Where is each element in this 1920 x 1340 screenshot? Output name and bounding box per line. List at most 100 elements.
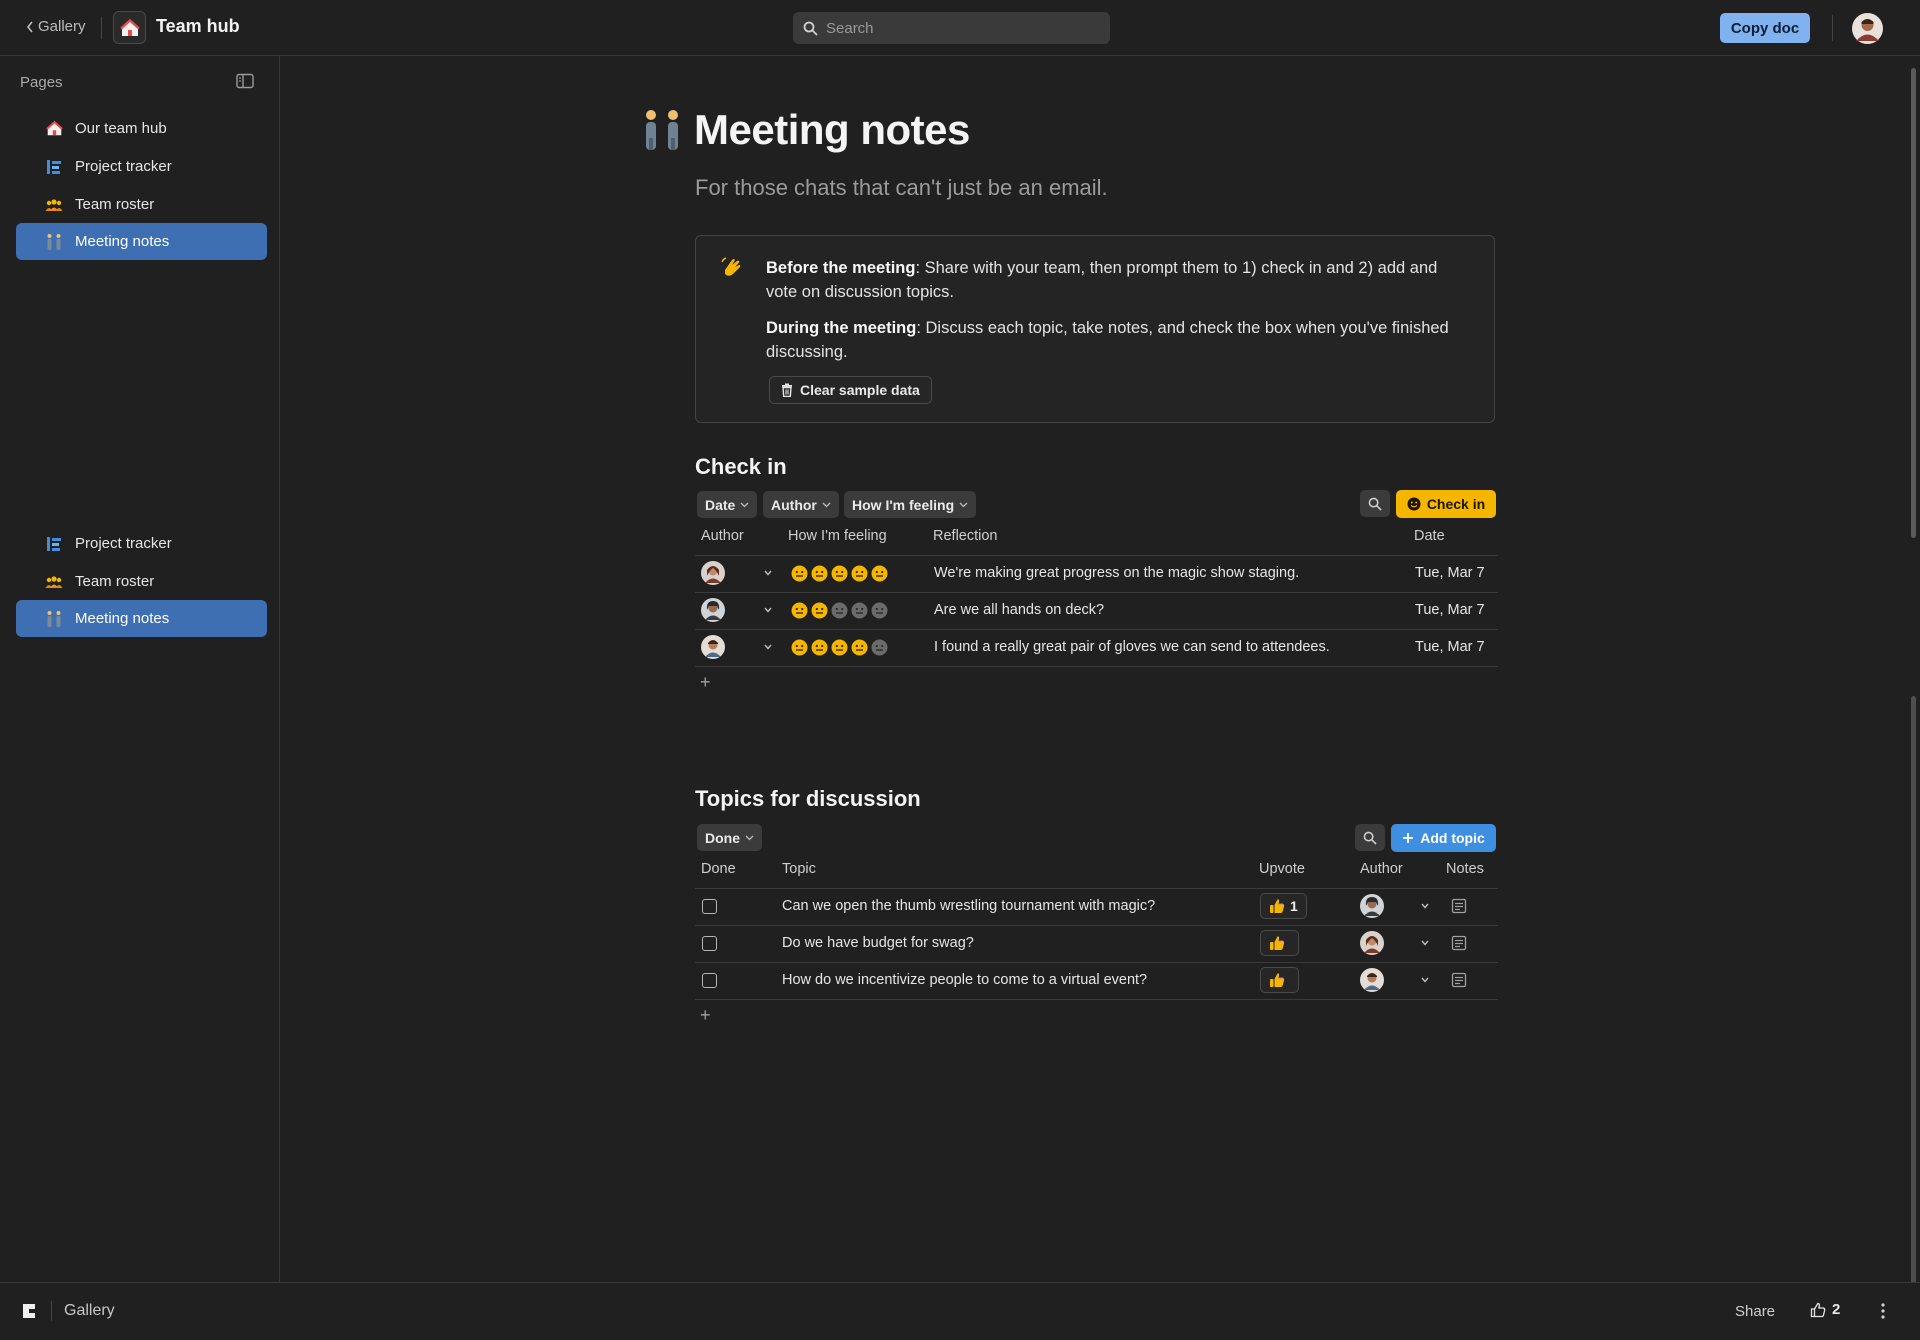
- done-checkbox[interactable]: [702, 936, 717, 951]
- date-text: Tue, Mar 7: [1415, 565, 1485, 581]
- add-checkin-row-button[interactable]: +: [700, 672, 711, 693]
- footer-gallery-link[interactable]: Gallery: [64, 1302, 115, 1320]
- notes-icon[interactable]: [1451, 898, 1467, 914]
- filter-author[interactable]: Author: [763, 491, 839, 518]
- sidebar-item-meeting-notes[interactable]: Meeting notes: [16, 223, 267, 260]
- chevron-down-icon[interactable]: [763, 642, 773, 652]
- filter-done[interactable]: Done: [697, 824, 762, 851]
- sidebar-item-label: Our team hub: [75, 120, 167, 137]
- topic-text: Can we open the thumb wrestling tourname…: [782, 898, 1156, 914]
- clear-sample-data-button[interactable]: Clear sample data: [769, 376, 932, 404]
- author-avatar[interactable]: [1360, 931, 1384, 955]
- search-input[interactable]: Search: [793, 12, 1110, 44]
- upvote-count: 1: [1290, 898, 1298, 914]
- face-icon: [811, 639, 828, 656]
- chevron-down-icon: [822, 502, 831, 507]
- author-avatar[interactable]: [1360, 968, 1384, 992]
- filter-how-im-feeling[interactable]: How I'm feeling: [844, 491, 977, 518]
- column-header-upvote[interactable]: Upvote: [1259, 861, 1305, 877]
- table-divider: [695, 666, 1498, 667]
- face-icon: [851, 565, 868, 582]
- callout-before-label: Before the meeting: [766, 259, 916, 277]
- feeling-rating[interactable]: [791, 602, 888, 619]
- column-header-done[interactable]: Done: [701, 861, 736, 877]
- feeling-rating[interactable]: [791, 565, 888, 582]
- sidebar-item-team-roster[interactable]: Team roster: [16, 186, 267, 223]
- column-header-date[interactable]: Date: [1414, 528, 1445, 544]
- done-checkbox[interactable]: [702, 973, 717, 988]
- divider: [1832, 15, 1833, 41]
- user-avatar[interactable]: [1852, 13, 1883, 44]
- chevron-down-icon[interactable]: [1420, 938, 1430, 948]
- chevron-down-icon[interactable]: [1420, 975, 1430, 985]
- upvote-button[interactable]: [1260, 967, 1299, 993]
- date-text: Tue, Mar 7: [1415, 602, 1485, 618]
- more-options-icon[interactable]: [1880, 1302, 1886, 1320]
- sidebar-item-label: Meeting notes: [75, 610, 170, 627]
- back-to-gallery-link[interactable]: Gallery: [26, 18, 86, 35]
- coda-logo-icon[interactable]: [22, 1303, 36, 1319]
- column-header-feeling[interactable]: How I'm feeling: [788, 528, 887, 544]
- like-count: 2: [1832, 1301, 1841, 1318]
- doc-icon-button[interactable]: [113, 11, 146, 44]
- sidebar: Pages Our team hub Project tracker Team …: [0, 56, 280, 1282]
- table-divider: [695, 999, 1498, 1000]
- author-avatar[interactable]: [701, 635, 725, 659]
- chevron-down-icon[interactable]: [763, 568, 773, 578]
- footer-bar: Gallery Share 2: [0, 1282, 1920, 1340]
- search-placeholder: Search: [826, 19, 874, 37]
- waving-hand-icon: [721, 257, 741, 276]
- column-header-notes[interactable]: Notes: [1446, 861, 1484, 877]
- plus-icon: [1403, 833, 1414, 843]
- copy-doc-button[interactable]: Copy doc: [1720, 13, 1810, 43]
- upvote-button[interactable]: 1: [1260, 893, 1307, 919]
- people-icon: [45, 573, 63, 591]
- feeling-rating[interactable]: [791, 639, 888, 656]
- sidebar-item-team-roster[interactable]: Team roster: [16, 563, 267, 600]
- column-header-author[interactable]: Author: [701, 528, 744, 544]
- notes-icon[interactable]: [1451, 972, 1467, 988]
- chevron-down-icon: [740, 502, 749, 507]
- face-icon: [871, 565, 888, 582]
- author-avatar[interactable]: [701, 561, 725, 585]
- people-icon: [45, 196, 63, 214]
- sidebar-toggle-icon[interactable]: [236, 73, 254, 89]
- scrollbar[interactable]: [1908, 56, 1920, 1321]
- notes-icon[interactable]: [1451, 935, 1467, 951]
- top-bar: Gallery Team hub Search Copy doc: [0, 0, 1920, 56]
- author-avatar[interactable]: [1360, 894, 1384, 918]
- like-button[interactable]: 2: [1810, 1301, 1840, 1318]
- topics-search-button[interactable]: [1355, 824, 1385, 851]
- sidebar-item-project-tracker[interactable]: Project tracker: [16, 148, 267, 185]
- chevron-down-icon[interactable]: [1420, 901, 1430, 911]
- check-in-button[interactable]: Check in: [1396, 490, 1496, 518]
- search-icon: [1368, 497, 1382, 511]
- doc-title: Team hub: [156, 16, 240, 36]
- share-button[interactable]: Share: [1735, 1303, 1775, 1320]
- sidebar-item-meeting-notes[interactable]: Meeting notes: [16, 600, 267, 637]
- sidebar-item-project-tracker[interactable]: Project tracker: [16, 525, 267, 562]
- column-header-reflection[interactable]: Reflection: [933, 528, 997, 544]
- upvote-button[interactable]: [1260, 930, 1299, 956]
- sidebar-item-our-team-hub[interactable]: Our team hub: [16, 110, 267, 147]
- done-checkbox[interactable]: [702, 899, 717, 914]
- page-title: Meeting notes: [694, 106, 970, 153]
- checkin-search-button[interactable]: [1360, 490, 1390, 517]
- sidebar-item-label: Team roster: [75, 196, 155, 213]
- face-icon: [851, 639, 868, 656]
- filter-date[interactable]: Date: [697, 491, 758, 518]
- column-header-topic[interactable]: Topic: [782, 861, 816, 877]
- chevron-down-icon[interactable]: [763, 605, 773, 615]
- scrollbar-thumb[interactable]: [1911, 68, 1916, 538]
- face-icon: [831, 639, 848, 656]
- add-topic-button[interactable]: Add topic: [1391, 824, 1496, 852]
- scrollbar-thumb-lower[interactable]: [1911, 696, 1916, 1321]
- author-avatar[interactable]: [701, 598, 725, 622]
- back-label: Gallery: [38, 18, 86, 35]
- thumbs-up-icon: [1270, 936, 1285, 950]
- column-header-author[interactable]: Author: [1360, 861, 1403, 877]
- smiley-icon: [1407, 497, 1421, 511]
- table-divider: [695, 888, 1498, 889]
- add-topic-row-button[interactable]: +: [700, 1005, 711, 1026]
- trash-icon: [782, 383, 792, 397]
